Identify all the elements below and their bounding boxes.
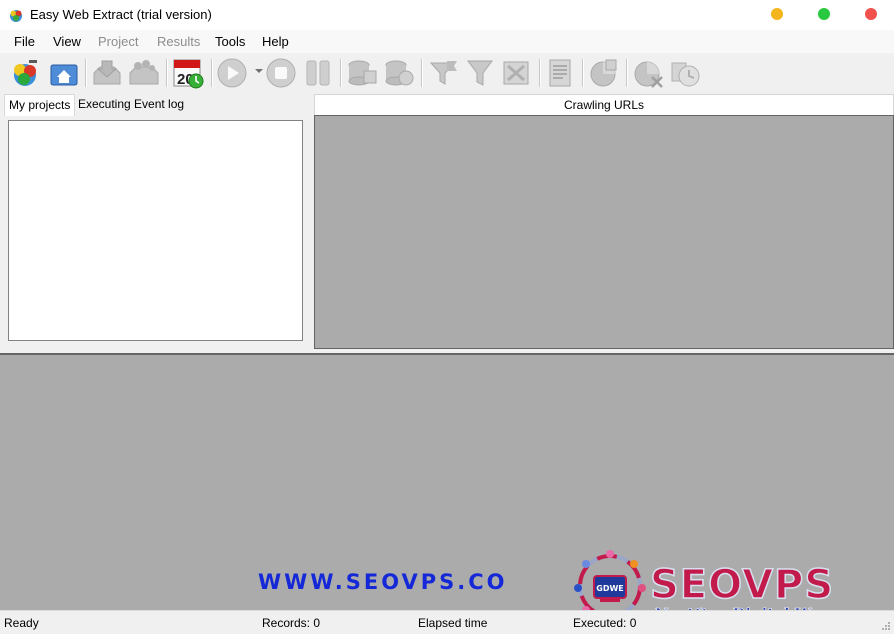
menu-project[interactable]: Project: [98, 34, 138, 49]
toolbar-separator: [539, 59, 541, 87]
projects-panel: My projects Executing Event log: [0, 94, 310, 350]
title-bar: Easy Web Extract (trial version): [0, 0, 894, 30]
toolbar-separator: [340, 59, 342, 87]
tab-my-projects[interactable]: My projects: [4, 94, 76, 116]
logo-text: GDWE: [596, 584, 624, 593]
toolbar-separator: [211, 59, 213, 87]
project-list[interactable]: [8, 120, 303, 341]
tab-executing-event-log[interactable]: Executing Event log: [74, 94, 188, 115]
save-project-icon[interactable]: [128, 57, 160, 89]
toolbar-separator: [582, 59, 584, 87]
play-dropdown-chevron-down-icon[interactable]: [255, 69, 263, 73]
menu-tools[interactable]: Tools: [215, 34, 245, 49]
maximize-button[interactable]: [818, 8, 830, 20]
status-elapsed-time: Elapsed time: [418, 616, 488, 630]
watermark-brand: SEOVPS: [649, 561, 835, 609]
clear-filter-icon[interactable]: [501, 57, 533, 89]
chart-delete-icon[interactable]: [632, 57, 664, 89]
play-icon[interactable]: [216, 57, 248, 89]
database-export-icon[interactable]: [383, 57, 415, 89]
new-project-icon[interactable]: [9, 57, 41, 89]
app-logo-icon: [10, 10, 22, 22]
chart-export-icon[interactable]: [588, 57, 620, 89]
status-bar: Ready Records: 0 Elapsed time Executed: …: [0, 610, 894, 634]
watermark-url: WWW.SEOVPS.CO: [258, 570, 508, 594]
close-button[interactable]: [865, 8, 877, 20]
crawling-urls-column-header[interactable]: Crawling URLs: [314, 94, 894, 116]
home-icon[interactable]: [48, 57, 80, 89]
resize-grip-icon[interactable]: [881, 621, 891, 631]
status-executed: Executed: 0: [573, 616, 637, 630]
toolbar-separator: [166, 59, 168, 87]
database-icon[interactable]: [346, 57, 378, 89]
menu-results[interactable]: Results: [157, 34, 200, 49]
minimize-button[interactable]: [771, 8, 783, 20]
flag-filter-icon[interactable]: [427, 57, 459, 89]
funnel-filter-icon[interactable]: [464, 57, 496, 89]
window-title: Easy Web Extract (trial version): [30, 7, 212, 22]
stop-icon[interactable]: [265, 57, 297, 89]
crawling-panel: Crawling URLs: [314, 94, 894, 350]
report-icon[interactable]: [545, 57, 577, 89]
toolbar-separator: [85, 59, 87, 87]
schedule-calendar-icon[interactable]: 20: [172, 57, 204, 89]
menu-bar: File View Project Results Tools Help: [0, 30, 894, 53]
crawling-urls-list[interactable]: [314, 115, 894, 349]
status-records: Records: 0: [262, 616, 321, 630]
toolbar-separator: [626, 59, 628, 87]
menu-help[interactable]: Help: [262, 34, 289, 49]
toolbar: 20: [0, 53, 894, 93]
menu-view[interactable]: View: [53, 34, 81, 49]
menu-file[interactable]: File: [14, 34, 35, 49]
status-state: Ready: [4, 616, 39, 630]
toolbar-separator: [421, 59, 423, 87]
open-project-icon[interactable]: [91, 57, 123, 89]
pause-icon[interactable]: [302, 57, 334, 89]
clock-icon[interactable]: [669, 57, 701, 89]
